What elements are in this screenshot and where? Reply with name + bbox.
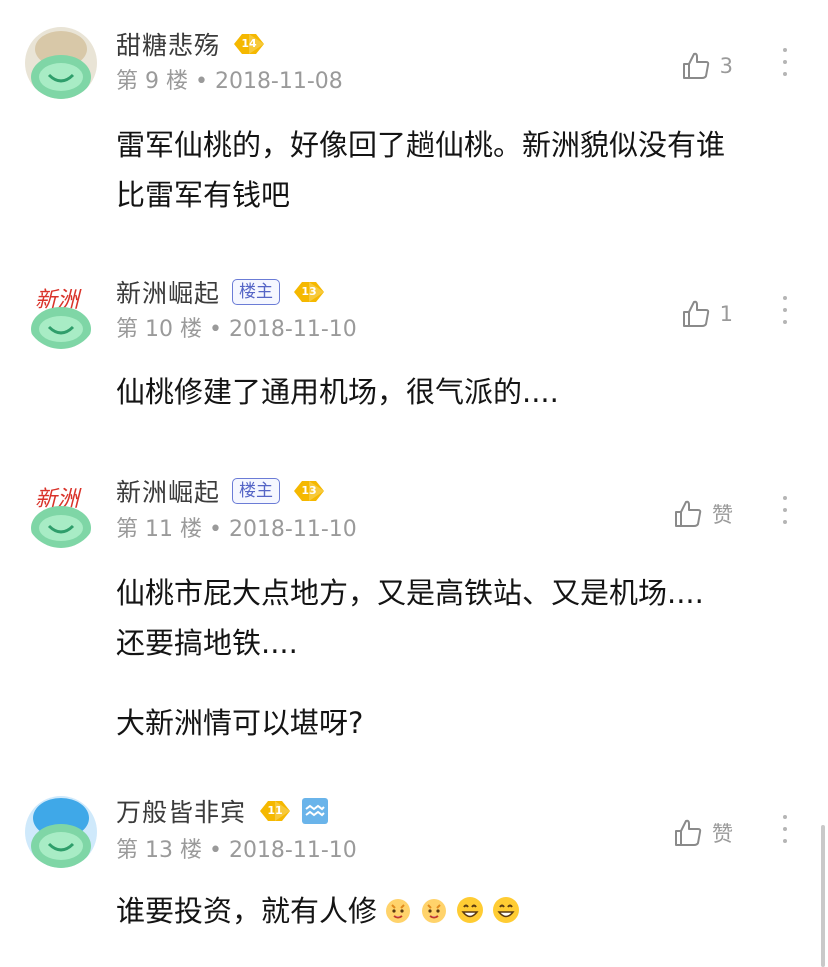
- thumbs-up-icon: [675, 500, 702, 527]
- like-button[interactable]: 1: [680, 294, 733, 334]
- comment-content: 仙桃修建了通用机场，很气派的....: [116, 375, 559, 409]
- level-badge: 13: [290, 279, 328, 305]
- tiger-face-emoji-icon: [386, 899, 411, 923]
- floor-meta: 第 9 楼 • 2018-11-08: [116, 69, 343, 94]
- more-options-icon[interactable]: [780, 296, 790, 334]
- more-options-icon[interactable]: [780, 815, 790, 853]
- like-count: 3: [719, 54, 733, 78]
- floor-meta: 第 10 楼 • 2018-11-10: [116, 317, 357, 342]
- scrollbar[interactable]: [821, 825, 825, 967]
- avatar[interactable]: [25, 27, 97, 99]
- like-count: 1: [719, 302, 733, 326]
- thumbs-up-icon: [682, 52, 709, 79]
- comment-content: 谁要投资，就有人修: [116, 886, 806, 936]
- comment-content: 仙桃市屁大点地方，又是高铁站、又是机场.... 还要搞地铁.... 大新洲情可以…: [116, 576, 704, 740]
- owner-badge: 楼主: [232, 279, 281, 305]
- grinning-face-emoji-icon: [457, 897, 484, 923]
- more-options-icon[interactable]: [780, 48, 790, 86]
- aquarius-sign-icon: [302, 798, 329, 824]
- username[interactable]: 万般皆非宾: [116, 793, 246, 829]
- thumbs-up-icon: [682, 300, 709, 327]
- level-badge: 13: [290, 478, 328, 504]
- floor-meta: 第 13 楼 • 2018-11-10: [116, 838, 357, 863]
- level-badge: 11: [256, 798, 294, 824]
- username[interactable]: 新洲崛起: [116, 473, 220, 509]
- avatar[interactable]: 新洲: [25, 277, 97, 349]
- thumbs-up-icon: [675, 819, 702, 846]
- owner-badge: 楼主: [232, 478, 281, 504]
- tiger-face-emoji-icon: [422, 899, 447, 923]
- username[interactable]: 甜糖悲殇: [116, 26, 220, 62]
- like-button[interactable]: 赞: [672, 813, 733, 853]
- avatar[interactable]: 新洲: [25, 476, 97, 548]
- floor-meta: 第 11 楼 • 2018-11-10: [116, 517, 357, 542]
- more-options-icon[interactable]: [780, 496, 790, 534]
- grinning-face-emoji-icon: [493, 897, 520, 923]
- like-button[interactable]: 3: [680, 46, 733, 86]
- like-button[interactable]: 赞: [672, 494, 733, 534]
- like-label: 赞: [712, 503, 733, 527]
- comment-content: 雷军仙桃的，好像回了趟仙桃。新洲貌似没有谁 比雷军有钱吧: [116, 128, 726, 212]
- username[interactable]: 新洲崛起: [116, 274, 220, 310]
- level-badge: 14: [230, 31, 268, 57]
- avatar[interactable]: [25, 796, 97, 868]
- like-label: 赞: [712, 822, 733, 846]
